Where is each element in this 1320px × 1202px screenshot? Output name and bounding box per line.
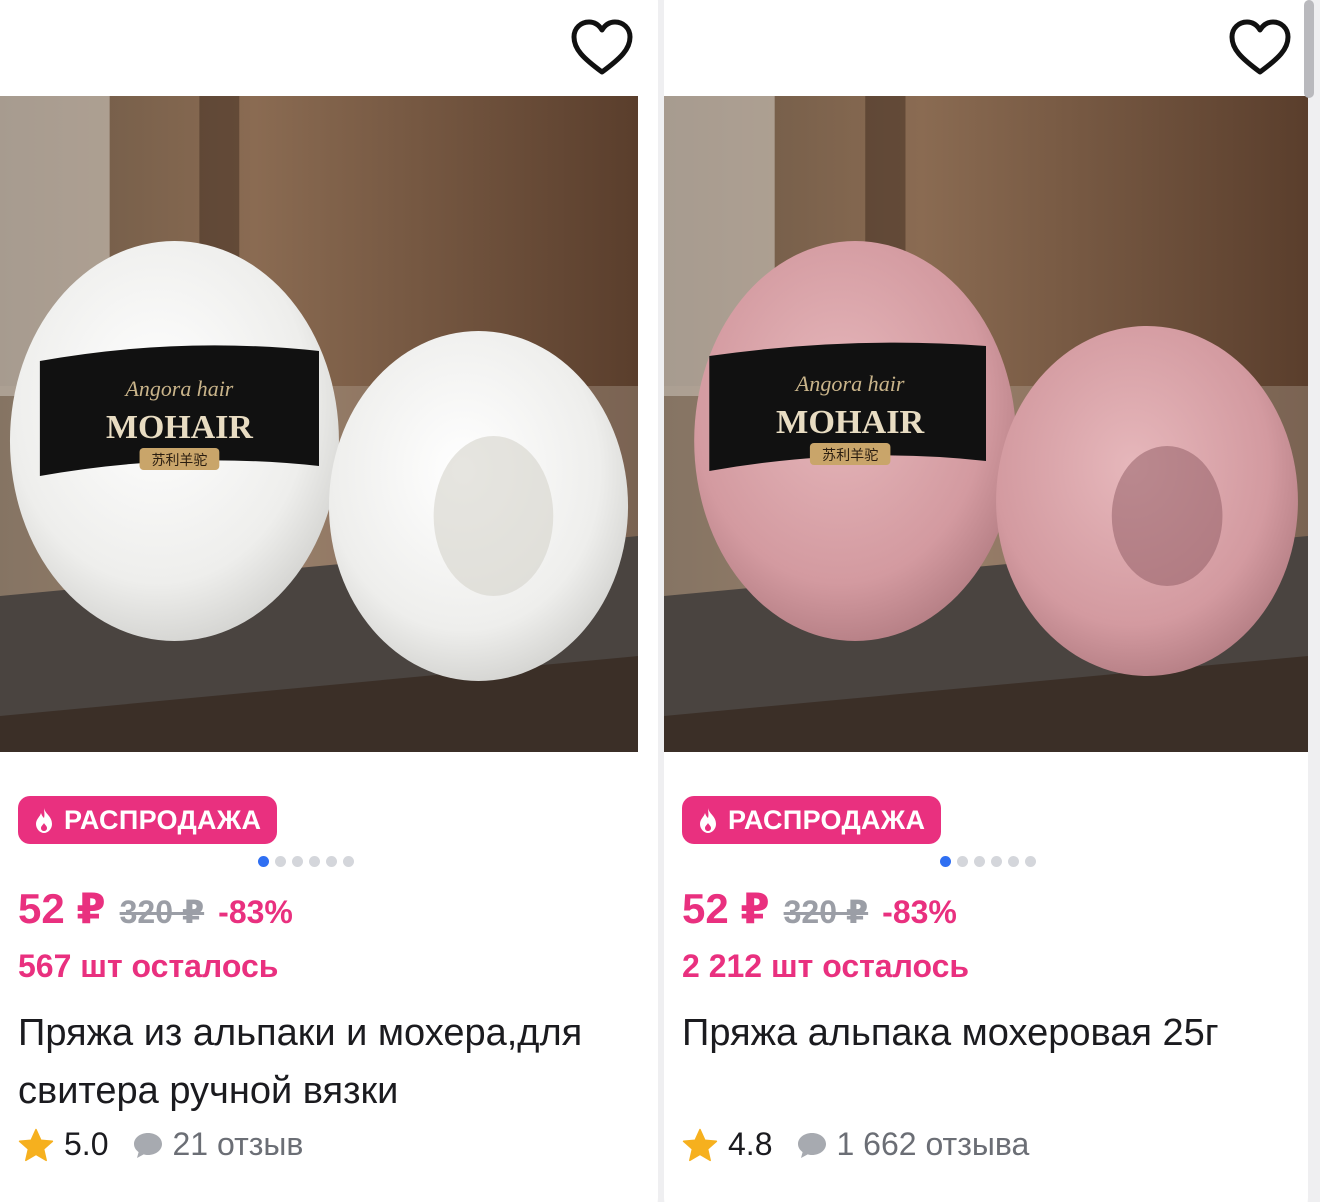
rating-value: 5.0 <box>64 1126 109 1162</box>
badge-label: РАСПРОДАЖА <box>728 804 926 835</box>
pager-dot[interactable] <box>991 856 1002 867</box>
product-grid: Angora hair MOHAIR 苏利羊驼 РАСПРОДАЖА 52 ₽ … <box>0 0 1320 1202</box>
rating-row: 5.0 21 отзыв <box>18 1126 303 1163</box>
rating-row: 4.8 1 662 отзыва <box>682 1126 1029 1163</box>
scrollbar[interactable] <box>1304 0 1314 98</box>
star-icon <box>682 1128 718 1161</box>
discount: -83% <box>882 894 957 930</box>
pager-dot[interactable] <box>940 856 951 867</box>
price-row: 52 ₽ 320 ₽ -83% <box>18 884 293 933</box>
yarn-photo: Angora hair MOHAIR 苏利羊驼 <box>664 96 1308 752</box>
pager-dot[interactable] <box>343 856 354 867</box>
label-brand: MOHAIR <box>776 404 925 441</box>
product-title[interactable]: Пряжа альпака мохеровая 25г <box>682 1004 1292 1062</box>
product-info: РАСПРОДАЖА 52 ₽ 320 ₽ -83% 567 шт остало… <box>18 796 638 1162</box>
product-image[interactable]: Angora hair MOHAIR 苏利羊驼 <box>664 96 1308 752</box>
heart-icon <box>1229 19 1291 75</box>
reviews-count[interactable]: 1 662 отзыва <box>836 1126 1029 1163</box>
favorite-button[interactable] <box>566 12 638 84</box>
pager-dot[interactable] <box>292 856 303 867</box>
sale-badge: РАСПРОДАЖА <box>682 796 942 844</box>
label-cn: 苏利羊驼 <box>822 447 878 464</box>
label-script: Angora hair <box>124 376 234 401</box>
price-row: 52 ₽ 320 ₽ -83% <box>682 884 957 933</box>
badge-label: РАСПРОДАЖА <box>64 804 262 835</box>
star-icon <box>18 1128 54 1161</box>
pager-dot[interactable] <box>957 856 968 867</box>
pager-dot[interactable] <box>258 856 269 867</box>
product-image[interactable]: Angora hair MOHAIR 苏利羊驼 <box>0 96 638 752</box>
image-pager[interactable] <box>940 856 1036 867</box>
stock-left: 2 212 шт осталось <box>682 948 970 984</box>
old-price: 320 ₽ <box>119 894 205 930</box>
comment-icon <box>134 1132 163 1158</box>
rating-value: 4.8 <box>728 1126 773 1162</box>
pager-dot[interactable] <box>275 856 286 867</box>
pager-dot[interactable] <box>309 856 320 867</box>
image-pager[interactable] <box>258 856 354 867</box>
stock-left: 567 шт осталось <box>18 948 279 984</box>
product-info: РАСПРОДАЖА 52 ₽ 320 ₽ -83% 2 212 шт оста… <box>682 796 1292 1162</box>
fire-icon <box>36 808 52 833</box>
reviews-count[interactable]: 21 отзыв <box>172 1126 303 1163</box>
pager-dot[interactable] <box>1025 856 1036 867</box>
pager-dot[interactable] <box>1008 856 1019 867</box>
current-price: 52 ₽ <box>682 885 770 932</box>
yarn-photo: Angora hair MOHAIR 苏利羊驼 <box>0 96 638 752</box>
heart-icon <box>571 19 633 75</box>
discount: -83% <box>218 894 293 930</box>
favorite-button[interactable] <box>1224 12 1296 84</box>
sale-badge: РАСПРОДАЖА <box>18 796 278 844</box>
product-card[interactable]: Angora hair MOHAIR 苏利羊驼 РАСПРОДАЖА 52 ₽ … <box>664 0 1308 1202</box>
old-price: 320 ₽ <box>783 894 869 930</box>
comment-icon <box>798 1132 827 1158</box>
product-card[interactable]: Angora hair MOHAIR 苏利羊驼 РАСПРОДАЖА 52 ₽ … <box>0 0 658 1202</box>
label-cn: 苏利羊驼 <box>152 452 208 469</box>
pager-dot[interactable] <box>974 856 985 867</box>
pager-dot[interactable] <box>326 856 337 867</box>
product-title[interactable]: Пряжа из альпаки и мохера,для свитера ру… <box>18 1004 638 1120</box>
fire-icon <box>700 808 716 833</box>
label-brand: MOHAIR <box>106 409 253 446</box>
current-price: 52 ₽ <box>18 885 106 932</box>
label-script: Angora hair <box>794 371 905 396</box>
